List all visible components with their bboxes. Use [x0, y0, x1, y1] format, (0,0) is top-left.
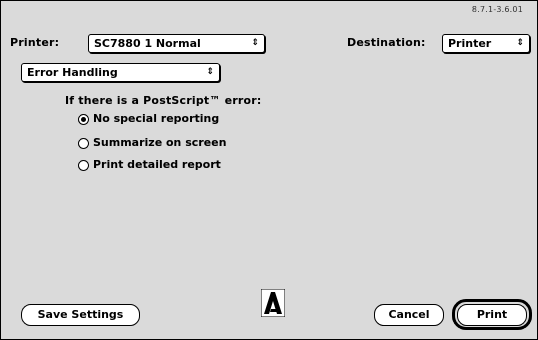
- destination-popup[interactable]: Printer ⇕: [442, 34, 530, 53]
- error-heading: If there is a PostScript™ error:: [65, 94, 262, 107]
- adobe-logo-icon: [261, 289, 285, 317]
- popup-arrows-icon: ⇕: [206, 67, 214, 77]
- printer-popup[interactable]: SC7880 1 Normal ⇕: [88, 34, 265, 53]
- printer-label: Printer:: [10, 36, 60, 49]
- radio-label: Summarize on screen: [93, 136, 227, 149]
- save-settings-button[interactable]: Save Settings: [21, 304, 140, 326]
- radio-label: No special reporting: [93, 112, 220, 125]
- version-label: 8.7.1-3.6.01: [471, 5, 523, 14]
- radio-label: Print detailed report: [93, 158, 221, 171]
- radio-button[interactable]: [78, 160, 89, 171]
- print-button[interactable]: Print: [457, 304, 527, 326]
- popup-arrows-icon: ⇕: [251, 38, 259, 48]
- radio-button[interactable]: [78, 114, 89, 125]
- print-dialog: 8.7.1-3.6.01 Printer: SC7880 1 Normal ⇕ …: [0, 0, 538, 340]
- panel-popup[interactable]: Error Handling ⇕: [21, 63, 220, 82]
- printer-popup-value: SC7880 1 Normal: [94, 37, 201, 50]
- destination-popup-value: Printer: [448, 37, 492, 50]
- cancel-button[interactable]: Cancel: [374, 304, 444, 326]
- radio-button[interactable]: [78, 138, 89, 149]
- popup-arrows-icon: ⇕: [516, 38, 524, 48]
- panel-popup-value: Error Handling: [27, 66, 118, 79]
- destination-label: Destination:: [347, 36, 426, 49]
